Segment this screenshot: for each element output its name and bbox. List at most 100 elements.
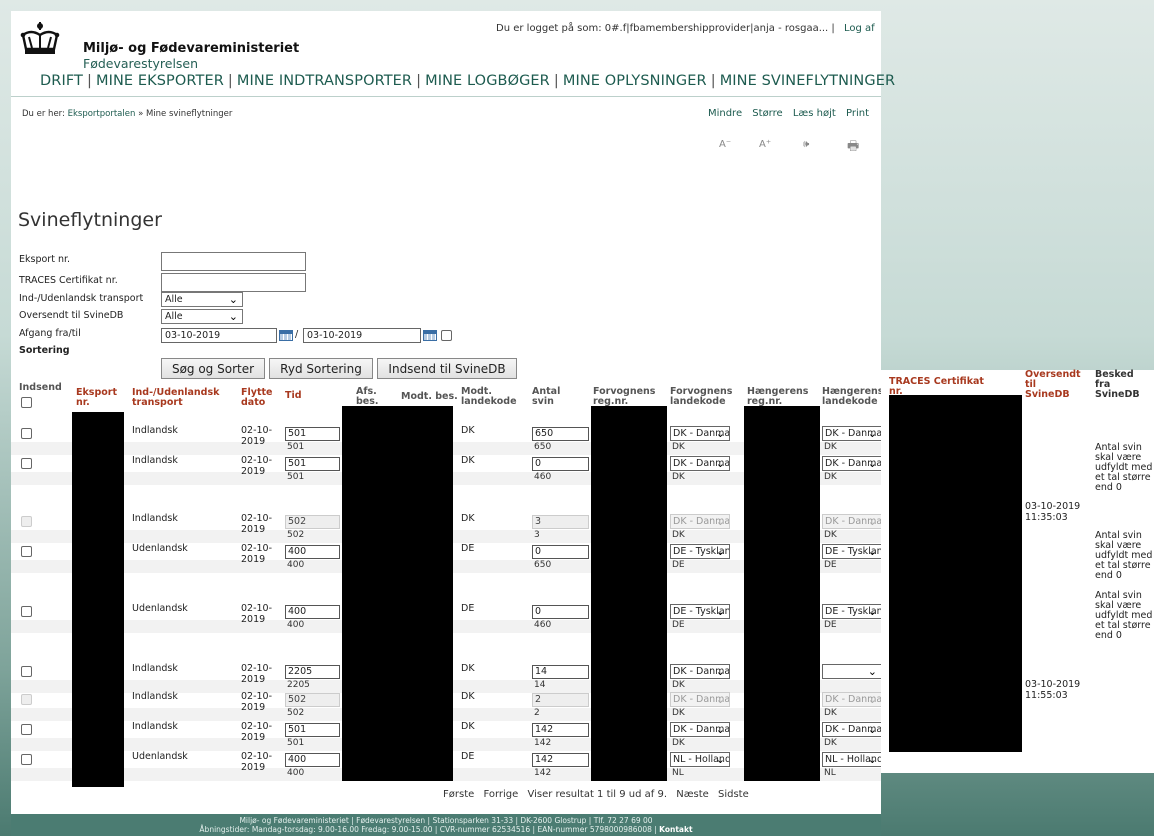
chevron-down-icon: ⌄	[867, 545, 877, 558]
haeng-land-select[interactable]: DK - Danmark⌄	[822, 426, 882, 441]
nav-mine-svineflytninger[interactable]: MINE SVINEFLYTNINGER	[720, 73, 895, 89]
sent-select-value: Alle	[165, 311, 183, 322]
haeng-land-select[interactable]: DE - Tyskland⌄	[822, 604, 882, 619]
calendar-icon[interactable]	[279, 330, 293, 341]
col-tid[interactable]: Tid	[285, 391, 302, 401]
nav-mine-logboger[interactable]: MINE LOGBØGER	[425, 73, 550, 89]
haeng-land-select[interactable]: DK - Danmark⌄	[822, 456, 882, 471]
wide-column-panel: TRACES Certifikat nr. Oversendt til Svin…	[881, 370, 1154, 773]
row-checkbox[interactable]	[21, 724, 32, 735]
row-checkbox[interactable]	[21, 428, 32, 439]
breadcrumb-separator: »	[138, 109, 144, 119]
logout-link[interactable]: Log af	[844, 23, 875, 34]
traces-input[interactable]	[161, 273, 306, 292]
search-sort-button[interactable]: Søg og Sorter	[161, 358, 265, 379]
antal-input[interactable]: 650	[532, 427, 589, 441]
tid-input[interactable]: 501	[285, 723, 340, 737]
haeng-land-select[interactable]: DE - Tyskland⌄	[822, 544, 882, 559]
main-nav: DRIFT | MINE EKSPORTER | MINE INDTRANSPORTER…	[40, 73, 895, 89]
nav-separator: |	[416, 73, 422, 89]
forv-land-select[interactable]: NL - Holland ⌄	[670, 752, 730, 767]
nav-mine-indtransporter[interactable]: MINE INDTRANSPORTER	[237, 73, 412, 89]
sent-select[interactable]: Alle ⌄	[161, 309, 243, 324]
forv-land-select[interactable]: DK - Danmark⌄	[670, 456, 730, 471]
tid-input[interactable]: 400	[285, 545, 340, 559]
date-separator: /	[295, 329, 299, 340]
ministry-name: Miljø- og Fødevareministeriet	[83, 41, 300, 56]
row-checkbox	[21, 516, 32, 527]
pager-first[interactable]: Første	[443, 789, 474, 800]
forv-land-select[interactable]: DK - Danmark⌄	[670, 722, 730, 737]
antal-input[interactable]: 142	[532, 753, 589, 767]
nav-mine-oplysninger[interactable]: MINE OPLYSNINGER	[563, 73, 707, 89]
row-checkbox[interactable]	[21, 754, 32, 765]
nav-drift[interactable]: DRIFT	[40, 73, 83, 89]
antal-input[interactable]: 142	[532, 723, 589, 737]
tid-input[interactable]: 501	[285, 427, 340, 441]
antal-sub: 142	[534, 768, 552, 778]
pager-next[interactable]: Næste	[676, 789, 709, 800]
haeng-land-sub: DK	[824, 472, 837, 482]
col-oversendt[interactable]: Oversendt til SvineDB	[1025, 370, 1081, 400]
submit-svinedb-button[interactable]: Indsend til SvineDB	[377, 358, 517, 379]
antal-input[interactable]: 14	[532, 665, 589, 679]
haeng-land-select[interactable]: ⌄	[822, 664, 882, 679]
printer-icon[interactable]: 🖶	[847, 137, 859, 159]
antal-input[interactable]: 0	[532, 605, 589, 619]
read-aloud-link[interactable]: Læs højt	[793, 108, 836, 119]
row-checkbox[interactable]	[21, 666, 32, 677]
print-link[interactable]: Print	[846, 108, 869, 119]
date-cell: 02-10-2019	[241, 425, 273, 447]
larger-text-link[interactable]: Større	[752, 108, 782, 119]
tid-input: 502	[285, 515, 340, 529]
row-checkbox[interactable]	[21, 458, 32, 469]
chevron-down-icon: ⌄	[867, 693, 877, 706]
chevron-down-icon: ⌄	[867, 753, 877, 766]
col-antal: Antal svin	[532, 386, 561, 407]
antal-input[interactable]: 0	[532, 545, 589, 559]
col-transport[interactable]: Ind-/Udenlandsk transport	[132, 388, 232, 408]
date-from-input[interactable]: 03-10-2019	[161, 328, 277, 343]
haeng-land-select[interactable]: DK - Danmark⌄	[822, 722, 882, 737]
antal-input[interactable]: 0	[532, 457, 589, 471]
tid-input[interactable]: 400	[285, 605, 340, 619]
pager-prev[interactable]: Forrige	[483, 789, 518, 800]
tid-input[interactable]: 400	[285, 753, 340, 767]
haeng-land-select[interactable]: NL - Holland ⌄	[822, 752, 882, 767]
tid-input[interactable]: 2205	[285, 665, 340, 679]
forv-land-select[interactable]: DE - Tyskland⌄	[670, 604, 730, 619]
sent-label: Oversendt til SvineDB	[19, 310, 124, 321]
date-cell: 02-10-2019	[241, 513, 273, 535]
speaker-icon[interactable]: 🕪	[803, 139, 809, 150]
haeng-land-select: DK - Danmark⌄	[822, 514, 882, 529]
forv-land-select[interactable]: DK - Danmark⌄	[670, 664, 730, 679]
nav-mine-eksporter[interactable]: MINE EKSPORTER	[96, 73, 224, 89]
col-dato[interactable]: Flytte dato	[241, 388, 277, 408]
modt-land-cell: DK	[461, 513, 475, 524]
date-to-input[interactable]: 03-10-2019	[303, 328, 421, 343]
select-all-checkbox[interactable]	[21, 397, 32, 408]
transport-select[interactable]: Alle ⌄	[161, 292, 243, 307]
clear-sort-button[interactable]: Ryd Sortering	[269, 358, 373, 379]
forv-land-select[interactable]: DE - Tyskland⌄	[670, 544, 730, 559]
date-checkbox[interactable]	[441, 330, 452, 341]
calendar-icon[interactable]	[423, 330, 437, 341]
redaction-eksport	[72, 412, 124, 787]
tid-input[interactable]: 501	[285, 457, 340, 471]
contact-link[interactable]: Kontakt	[659, 825, 692, 834]
eksport-input[interactable]	[161, 252, 306, 271]
haeng-land-sub: DK	[824, 530, 837, 540]
col-traces[interactable]: TRACES Certifikat nr.	[889, 377, 999, 397]
col-eksport[interactable]: Eksport nr.	[76, 388, 126, 408]
breadcrumb-link-eksportportalen[interactable]: Eksportportalen	[68, 109, 136, 119]
smaller-text-link[interactable]: Mindre	[708, 108, 742, 119]
text-larger-icon[interactable]: A⁺	[759, 139, 771, 150]
row-checkbox[interactable]	[21, 606, 32, 617]
text-smaller-icon[interactable]: A⁻	[719, 139, 731, 150]
row-checkbox[interactable]	[21, 546, 32, 557]
forv-land-select[interactable]: DK - Danmark⌄	[670, 426, 730, 441]
pager-last[interactable]: Sidste	[718, 789, 749, 800]
modt-land-cell: DE	[461, 751, 475, 762]
date-label: Afgang fra/til	[19, 328, 81, 339]
antal-sub: 3	[534, 530, 540, 540]
